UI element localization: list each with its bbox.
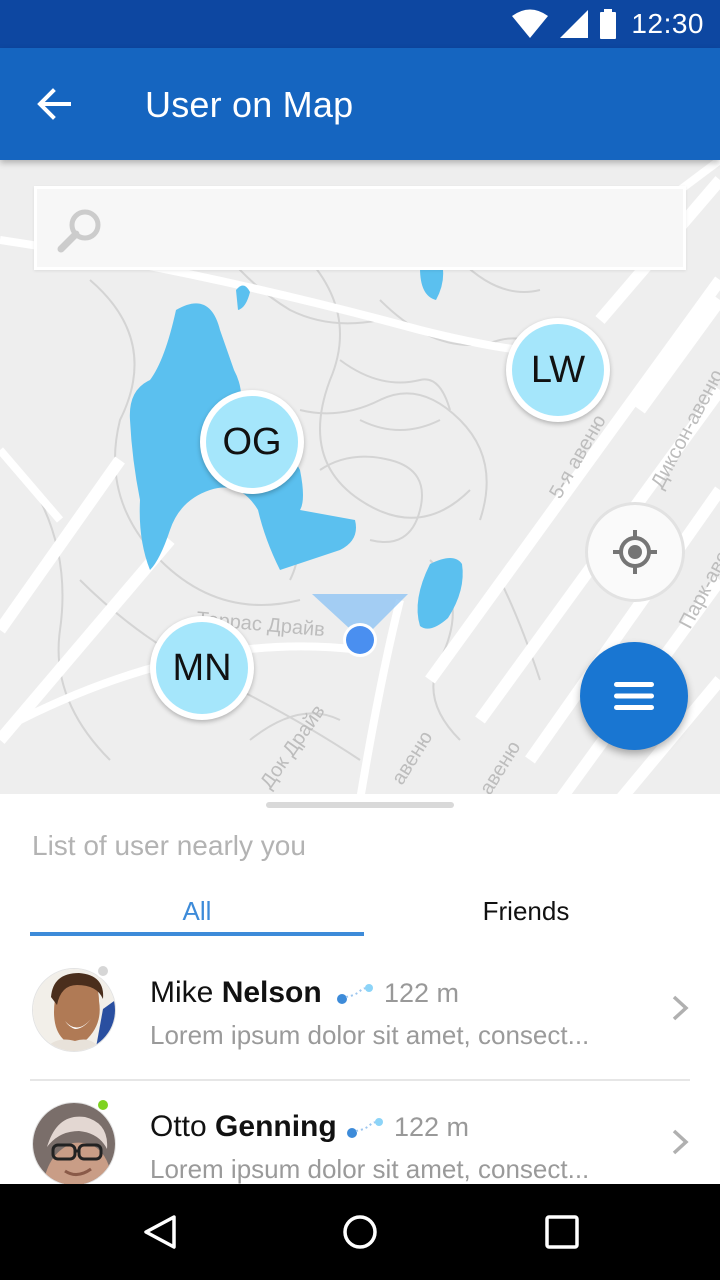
page-title: User on Map [145,84,354,125]
marker-initials: MN [156,622,248,714]
user-name: Otto Genning [150,1110,337,1143]
tab-all[interactable]: All [30,892,364,936]
users-bottom-sheet: List of user nearly you All Friends Mike… [0,794,720,1184]
tab-friends[interactable]: Friends [364,892,688,936]
arrow-back-icon [37,88,71,120]
back-button[interactable] [22,72,86,136]
presence-indicator-offline [96,964,110,978]
triangle-back-icon [144,1215,176,1249]
search-icon [57,209,101,253]
chevron-right-icon [672,995,689,1021]
status-time: 12:30 [631,8,704,39]
avatar [32,1102,116,1184]
user-description: Lorem ipsum dolor sit amet, consect... [150,1154,590,1184]
menu-fab-button[interactable] [580,642,688,750]
circle-home-icon [343,1215,377,1249]
menu-icon [614,682,654,710]
my-location-button[interactable] [585,502,685,602]
avatar [32,968,116,1052]
presence-indicator-online [96,1098,110,1112]
user-description: Lorem ipsum dolor sit amet, consect... [150,1020,590,1050]
app-bar: User on Map [0,48,720,160]
marker-initials: LW [512,324,604,416]
user-marker-lw[interactable]: LW [506,318,610,422]
crosshair-icon [613,530,657,574]
user-marker-mn[interactable]: MN [150,616,254,720]
nav-back-button[interactable] [128,1200,192,1264]
user-list-item[interactable]: Mike Nelson 122 m Lorem ipsum dolor sit … [0,948,720,1080]
system-navigation-bar [0,1184,720,1280]
status-bar: 12:30 [0,0,720,48]
distance: 122 m [336,978,459,1009]
chevron-right-icon [672,1129,689,1155]
user-list-item[interactable]: Otto Genning 122 m Lorem ipsum dolor sit… [0,1082,720,1184]
search-input[interactable] [113,189,673,267]
route-icon [347,1117,383,1138]
sheet-title: List of user nearly you [32,830,306,861]
wifi-icon [512,9,549,38]
nav-home-button[interactable] [328,1200,392,1264]
user-name: Mike Nelson [150,976,322,1009]
map-view[interactable]: Террас Драйв 5-я авеню Диксон-авеню Парк… [0,160,720,800]
search-bar[interactable] [34,186,686,270]
user-marker-og[interactable]: OG [200,390,304,494]
drag-handle[interactable] [266,802,454,808]
divider [30,1079,690,1081]
battery-icon [600,9,617,39]
distance: 122 m [346,1112,469,1143]
marker-initials: OG [206,396,298,488]
route-icon [337,983,373,1004]
cellular-signal-icon [560,10,589,38]
nav-recents-button[interactable] [530,1200,594,1264]
square-recents-icon [545,1215,579,1249]
status-icons: 12:30 [511,8,704,40]
